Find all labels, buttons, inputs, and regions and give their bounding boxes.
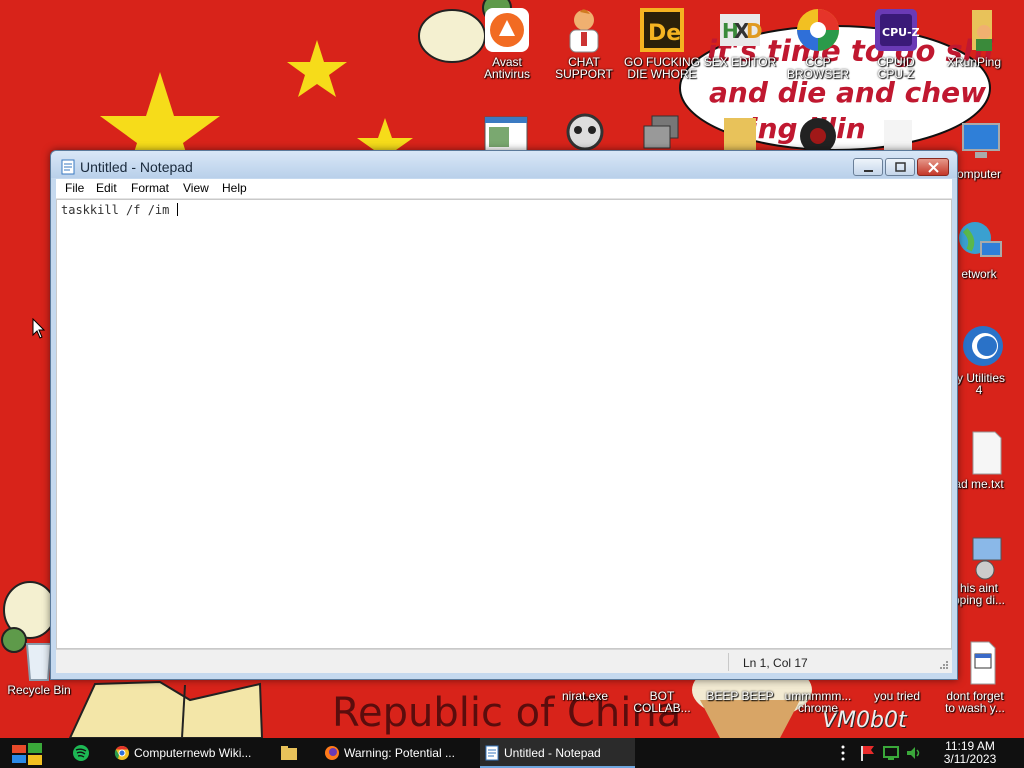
folder-icon[interactable] — [720, 112, 760, 152]
taskbar-clock[interactable]: 11:19 AM 3/11/2023 — [930, 740, 1010, 766]
taskbar-pinned-explorer[interactable] — [274, 738, 304, 768]
desktop-icon-label: nirat.exe — [561, 689, 609, 703]
support-agent-icon — [560, 6, 608, 54]
file-explorer-icon — [281, 746, 297, 760]
desktop-icon-label: BOT COLLAB... — [633, 689, 691, 715]
folder-user-icon — [950, 6, 998, 54]
blank-file-icon[interactable] — [878, 118, 918, 152]
desktop-icon-ccp-browser[interactable]: CCP BROWSER — [779, 6, 857, 80]
maximize-button[interactable] — [885, 158, 915, 176]
close-icon — [928, 162, 939, 173]
stacked-windows-icon[interactable] — [640, 114, 682, 152]
tray-overflow-icon[interactable] — [834, 744, 852, 762]
taskbar-task-firefox[interactable]: Warning: Potential ... — [320, 738, 475, 768]
cpuz-icon: CPU-Z — [872, 6, 920, 54]
glary-utilities-icon — [955, 322, 1003, 370]
chrome-icon — [114, 745, 129, 760]
wallpaper-small-star — [287, 40, 347, 97]
status-bar: Ln 1, Col 17 — [56, 649, 952, 673]
mouse-cursor-icon — [32, 318, 46, 339]
desktop-icon-xrunping[interactable]: XRunPing — [935, 6, 1013, 68]
firefox-icon — [325, 746, 339, 760]
spotify-icon — [73, 745, 89, 761]
desktop-icon-label: ummmmm... chrome — [784, 689, 852, 715]
windows-logo-icon — [12, 743, 42, 765]
desktop-icon-label: Avast Antivirus — [483, 55, 530, 81]
desktop-icon-chat-support[interactable]: CHAT SUPPORT — [545, 6, 623, 80]
desktop-icon-label: CHAT SUPPORT — [555, 55, 613, 81]
computer-monitor-icon — [955, 118, 1003, 166]
menu-format[interactable]: Format — [131, 181, 169, 195]
svg-text:CPU-Z: CPU-Z — [882, 26, 920, 39]
network-globe-icon — [955, 218, 1003, 266]
cursor-position: Ln 1, Col 17 — [743, 656, 808, 670]
desktop-icon-label: Recycle Bin — [7, 683, 71, 697]
notepad-window[interactable]: Untitled - Notepad File Edit Format View… — [50, 150, 958, 680]
menu-bar: File Edit Format View Help — [56, 179, 952, 199]
menu-file[interactable]: File — [65, 181, 84, 195]
desktop-icon-go-die[interactable]: De GO FUCKING DIE WHORE — [623, 6, 701, 80]
de-icon: De — [638, 6, 686, 54]
taskbar-task-label: Warning: Potential ... — [344, 746, 455, 760]
volume-icon[interactable] — [905, 744, 923, 762]
dark-disc-icon[interactable] — [796, 112, 840, 152]
computer-disc-icon — [955, 532, 1003, 580]
document-window-icon[interactable] — [484, 116, 528, 152]
text-editor-area[interactable]: taskkill /f /im — [56, 199, 952, 649]
desktop-icon-avast[interactable]: Avast Antivirus — [468, 6, 546, 80]
taskbar-task-chrome[interactable]: Computernewb Wiki... — [110, 738, 265, 768]
notepad-app-icon[interactable] — [60, 159, 76, 175]
status-separator — [728, 653, 729, 671]
desktop-icon-label: GO FUCKING DIE WHORE — [623, 55, 700, 81]
minimize-icon — [864, 170, 873, 172]
network-status-icon[interactable] — [882, 744, 900, 762]
notepad-icon — [485, 745, 499, 761]
maximize-icon — [895, 162, 906, 172]
desktop-icon-label: CPUID CPU-Z — [877, 55, 915, 81]
close-button[interactable] — [917, 158, 949, 176]
taskbar-task-label: Untitled - Notepad — [504, 746, 601, 760]
desktop-icon-label: dont forget to wash y... — [945, 689, 1005, 715]
minimize-button[interactable] — [853, 158, 883, 176]
editor-text: taskkill /f /im — [61, 203, 177, 217]
colorful-browser-icon — [794, 6, 842, 54]
menu-view[interactable]: View — [183, 181, 209, 195]
taskbar-task-label: Computernewb Wiki... — [134, 746, 252, 760]
menu-edit[interactable]: Edit — [96, 181, 117, 195]
hxd-hex-editor-icon: HXD — [716, 6, 764, 54]
wallpaper-map-shape — [68, 680, 264, 738]
desktop-icon-label: BEEP BEEP — [706, 689, 774, 703]
taskbar-task-notepad[interactable]: Untitled - Notepad — [480, 738, 635, 768]
desktop-icon-label: you tried — [873, 689, 921, 703]
taskbar-pinned-spotify[interactable] — [66, 738, 96, 768]
desktop-icon-label: CCP BROWSER — [786, 55, 849, 81]
gas-mask-icon[interactable] — [562, 112, 608, 152]
notepad-titlebar[interactable]: Untitled - Notepad — [51, 151, 957, 178]
svg-text:De: De — [648, 21, 681, 46]
desktop-icon-label: XRunPing — [946, 55, 1002, 69]
resize-grip-icon[interactable] — [939, 660, 949, 670]
svg-text:D: D — [746, 19, 763, 43]
editor-text-wrapper: taskkill /f /im — [61, 203, 178, 217]
desktop-icon-cpuz[interactable]: CPU-Z CPUID CPU-Z — [857, 6, 935, 80]
text-file-icon — [955, 428, 1003, 476]
window-title: Untitled - Notepad — [80, 159, 193, 175]
avast-icon — [483, 6, 531, 54]
desktop-icon-label: SEX EDITOR — [703, 55, 777, 69]
action-center-flag-icon[interactable] — [858, 744, 876, 762]
clock-date: 3/11/2023 — [943, 752, 997, 766]
menu-help[interactable]: Help — [222, 181, 247, 195]
text-caret — [176, 203, 178, 216]
calendar-file-icon — [951, 640, 999, 688]
start-button[interactable] — [10, 738, 44, 768]
desktop-icon-hxd[interactable]: HXD SEX EDITOR — [701, 6, 779, 68]
